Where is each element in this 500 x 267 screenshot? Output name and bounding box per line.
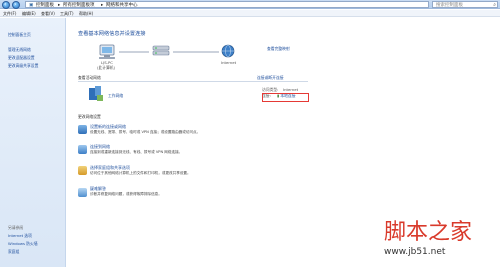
back-button[interactable]: ‹ [2, 1, 10, 9]
new-connection-icon [78, 125, 87, 134]
menu-file[interactable]: 文件(F) [3, 11, 16, 16]
connect-network-icon [78, 145, 87, 154]
search-input[interactable]: 搜索控制面板 ⌕ [432, 1, 498, 8]
see-also-title: 另请参阅 [8, 225, 24, 230]
access-type-key: 访问类型: [262, 87, 279, 92]
back-arrow-icon: ‹ [4, 1, 7, 8]
task-setup-connection[interactable]: 设置新的连接或网络 [90, 124, 126, 129]
menu-edit[interactable]: 编辑(E) [22, 11, 36, 16]
forward-arrow-icon: › [14, 1, 17, 8]
address-toolbar: ‹ › ▣ 控制面板 ▸ 所有控制面板项 ▸ 网络和共享中心 搜索控制面板 ⌕ [0, 0, 500, 9]
network-type-link[interactable]: 工作网络 [108, 93, 123, 98]
task-troubleshoot-desc: 诊断并修复网络问题，或获得故障排除信息。 [90, 192, 162, 196]
task-connect-network-desc: 连接到或重新连接到无线、有线、拨号或 VPN 网络连接。 [90, 150, 183, 154]
active-networks-title: 查看活动网络 [78, 75, 101, 80]
menu-bar: 文件(F) 编辑(E) 查看(V) 工具(T) 帮助(H) [0, 10, 500, 17]
globe-icon [221, 44, 235, 58]
sidebar-item-advanced-sharing[interactable]: 更改高级共享设置 [8, 63, 38, 68]
page-title: 查看基本网络信息并设置连接 [78, 31, 146, 37]
sidebar-item-windows-firewall[interactable]: Windows 防火墙 [8, 241, 38, 246]
task-homegroup-sharing[interactable]: 选择家庭组和共享选项 [90, 165, 130, 170]
watermark-url: www.jb51.net [384, 247, 446, 257]
network-icon [152, 45, 170, 56]
sidebar-item-homegroup[interactable]: 家庭组 [8, 249, 19, 254]
menu-tools[interactable]: 工具(T) [60, 11, 74, 16]
homegroup-icon [78, 166, 87, 175]
forward-button[interactable]: › [12, 1, 20, 9]
address-bar[interactable]: ▣ 控制面板 ▸ 所有控制面板项 ▸ 网络和共享中心 [25, 1, 429, 8]
sidebar-item-manage-wireless[interactable]: 管理无线网络 [8, 47, 31, 52]
watermark-title: 脚本之家 [384, 220, 473, 245]
computer-icon [99, 44, 115, 59]
task-homegroup-sharing-desc: 访问位于其他网络计算机上的文件和打印机，或更改共享设置。 [90, 171, 191, 175]
change-settings-title: 更改网络设置 [78, 114, 101, 119]
work-network-icon [89, 86, 103, 101]
breadcrumb-item[interactable]: 所有控制面板项 [63, 3, 95, 8]
sidebar-item-adapter-settings[interactable]: 更改适配器设置 [8, 55, 35, 60]
breadcrumb-item[interactable]: 控制面板 [36, 3, 54, 8]
access-type-value: Internet [283, 87, 299, 92]
menu-view[interactable]: 查看(V) [41, 11, 55, 16]
troubleshoot-icon [78, 188, 87, 197]
internet-label[interactable]: Internet [221, 60, 236, 65]
sidebar-item-internet-options[interactable]: Internet 选项 [8, 233, 32, 238]
sidebar: 控制面板主页 管理无线网络 更改适配器设置 更改高级共享设置 另请参阅 Inte… [0, 18, 66, 267]
search-placeholder: 搜索控制面板 [436, 3, 463, 8]
sidebar-item-control-panel-home[interactable]: 控制面板主页 [8, 32, 31, 37]
annotation-highlight [262, 93, 309, 102]
full-map-link[interactable]: 查看完整映射 [267, 46, 290, 51]
task-troubleshoot[interactable]: 疑难解答 [90, 186, 106, 191]
task-setup-connection-desc: 设置无线、宽带、拨号、临时或 VPN 连接；或设置路由器或访问点。 [90, 130, 201, 134]
search-icon[interactable]: ⌕ [493, 2, 496, 8]
chevron-right-icon: ▸ [101, 3, 104, 8]
chevron-right-icon: ▸ [58, 3, 61, 8]
menu-help[interactable]: 帮助(H) [79, 11, 93, 16]
computer-sub-label: (此计算机) [97, 65, 116, 70]
connect-disconnect-link[interactable]: 连接或断开连接 [257, 75, 284, 80]
divider [78, 81, 308, 82]
task-connect-network[interactable]: 连接到网络 [90, 144, 110, 149]
control-panel-icon: ▣ [29, 3, 34, 8]
breadcrumb-item[interactable]: 网络和共享中心 [106, 3, 138, 8]
